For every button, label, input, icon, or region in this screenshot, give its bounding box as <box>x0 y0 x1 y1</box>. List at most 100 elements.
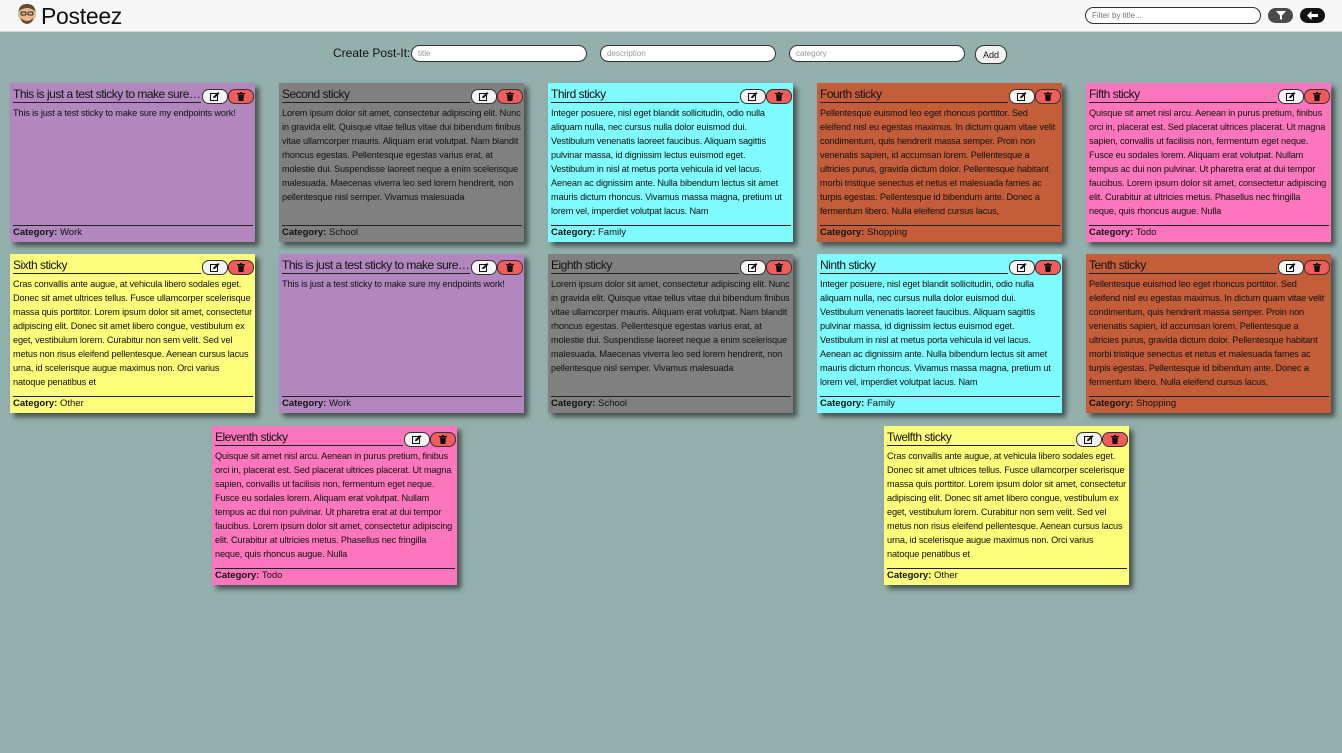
add-button[interactable]: Add <box>975 45 1007 64</box>
sticky-title: Ninth sticky <box>820 258 1008 274</box>
sticky-title: Fourth sticky <box>820 87 1008 103</box>
category-label: Category: <box>13 227 58 238</box>
sticky-note: Fifth sticky Quisque sit amet nisl arcu. … <box>1086 83 1331 242</box>
edit-icon <box>479 263 489 272</box>
edit-icon <box>1017 263 1027 272</box>
edit-icon <box>412 435 422 444</box>
edit-button[interactable] <box>471 260 497 275</box>
delete-button[interactable] <box>430 432 456 447</box>
sticky-title: Fifth sticky <box>1089 87 1277 103</box>
category-value: Family <box>866 398 895 409</box>
edit-button[interactable] <box>1009 89 1035 104</box>
edit-button[interactable] <box>1076 432 1102 447</box>
create-postit-label: Create Post-It: <box>333 46 411 60</box>
edit-button[interactable] <box>1278 260 1304 275</box>
sticky-footer: Category: Work <box>282 396 522 411</box>
sticky-note: Fourth sticky Pellentesque euismod leo eg… <box>817 83 1062 242</box>
sticky-note: This is just a test sticky to make sure … <box>279 254 524 413</box>
filter-button[interactable] <box>1268 8 1293 23</box>
category-value: Work <box>59 227 82 238</box>
sticky-title: This is just a test sticky to make sure … <box>13 87 201 103</box>
edit-button[interactable] <box>202 89 228 104</box>
sticky-description: This is just a test sticky to make sure … <box>282 279 505 289</box>
sticky-footer: Category: Other <box>887 568 1127 583</box>
sticky-title: Twelfth sticky <box>887 430 1075 446</box>
delete-button[interactable] <box>228 89 254 104</box>
sticky-title: Second sticky <box>282 87 470 103</box>
trash-icon <box>237 92 245 101</box>
category-input[interactable] <box>789 45 965 62</box>
edit-button[interactable] <box>1009 260 1035 275</box>
avatar-logo-icon <box>18 4 36 24</box>
edit-button[interactable] <box>404 432 430 447</box>
delete-button[interactable] <box>1102 432 1128 447</box>
sticky-note: Eleventh sticky Quisque sit amet nisl arc… <box>212 426 457 585</box>
trash-icon <box>439 435 447 444</box>
delete-button[interactable] <box>1304 89 1330 104</box>
description-input[interactable] <box>600 45 776 62</box>
trash-icon <box>1313 263 1321 272</box>
edit-button[interactable] <box>471 89 497 104</box>
category-label: Category: <box>282 227 327 238</box>
sticky-note: This is just a test sticky to make sure … <box>10 83 255 242</box>
logout-button[interactable] <box>1300 8 1325 23</box>
delete-button[interactable] <box>1035 89 1061 104</box>
edit-button[interactable] <box>740 260 766 275</box>
sticky-title: Third sticky <box>551 87 739 103</box>
sticky-footer: Category: Todo <box>215 568 455 583</box>
sticky-title: Eighth sticky <box>551 258 739 274</box>
category-label: Category: <box>13 398 58 409</box>
edit-icon <box>210 263 220 272</box>
sticky-note: Second sticky Lorem ipsum dolor sit amet,… <box>279 83 524 242</box>
trash-icon <box>1044 263 1052 272</box>
trash-icon <box>237 263 245 272</box>
category-value: Family <box>597 227 626 238</box>
trash-icon <box>775 263 783 272</box>
delete-button[interactable] <box>766 260 792 275</box>
delete-button[interactable] <box>228 260 254 275</box>
category-label: Category: <box>551 398 596 409</box>
category-label: Category: <box>551 227 596 238</box>
sticky-description: Quisque sit amet nisl arcu. Aenean in pu… <box>215 451 453 559</box>
edit-button[interactable] <box>740 89 766 104</box>
category-value: Work <box>328 398 351 409</box>
trash-icon <box>1111 435 1119 444</box>
sticky-title: This is just a test sticky to make sure … <box>282 258 470 274</box>
funnel-icon <box>1275 11 1286 20</box>
sticky-description: Cras convallis ante augue, at vehicula l… <box>13 279 253 387</box>
sticky-description: This is just a test sticky to make sure … <box>13 108 236 118</box>
category-label: Category: <box>820 227 865 238</box>
sticky-description: Pellentesque euismod leo eget rhoncus po… <box>820 108 1056 216</box>
sticky-title: Sixth sticky <box>13 258 201 274</box>
sticky-footer: Category: School <box>551 396 791 411</box>
delete-button[interactable] <box>1304 260 1330 275</box>
sticky-footer: Category: School <box>282 225 522 240</box>
app-title: Posteez <box>41 3 123 29</box>
title-input[interactable] <box>411 45 587 62</box>
sticky-note: Twelfth sticky Cras convallis ante augue,… <box>884 426 1129 585</box>
trash-icon <box>506 92 514 101</box>
delete-button[interactable] <box>497 89 523 104</box>
sticky-description: Quisque sit amet nisl arcu. Aenean in pu… <box>1089 108 1327 216</box>
sticky-footer: Category: Family <box>551 225 791 240</box>
trash-icon <box>1044 92 1052 101</box>
sticky-footer: Category: Shopping <box>1089 396 1329 411</box>
sticky-footer: Category: Work <box>13 225 253 240</box>
arrow-left-icon <box>1307 11 1318 20</box>
edit-button[interactable] <box>1278 89 1304 104</box>
delete-button[interactable] <box>766 89 792 104</box>
delete-button[interactable] <box>497 260 523 275</box>
category-value: Shopping <box>866 227 908 238</box>
category-value: Shopping <box>1135 398 1177 409</box>
category-value: Todo <box>261 570 283 581</box>
sticky-title: Tenth sticky <box>1089 258 1277 274</box>
top-bar: Posteez <box>0 0 1342 32</box>
category-value: School <box>328 227 359 238</box>
category-value: Todo <box>1135 227 1157 238</box>
delete-button[interactable] <box>1035 260 1061 275</box>
category-value: School <box>597 398 628 409</box>
edit-button[interactable] <box>202 260 228 275</box>
filter-input[interactable] <box>1085 7 1261 24</box>
edit-icon <box>1286 263 1296 272</box>
sticky-description: Cras convallis ante augue, at vehicula l… <box>887 451 1127 559</box>
